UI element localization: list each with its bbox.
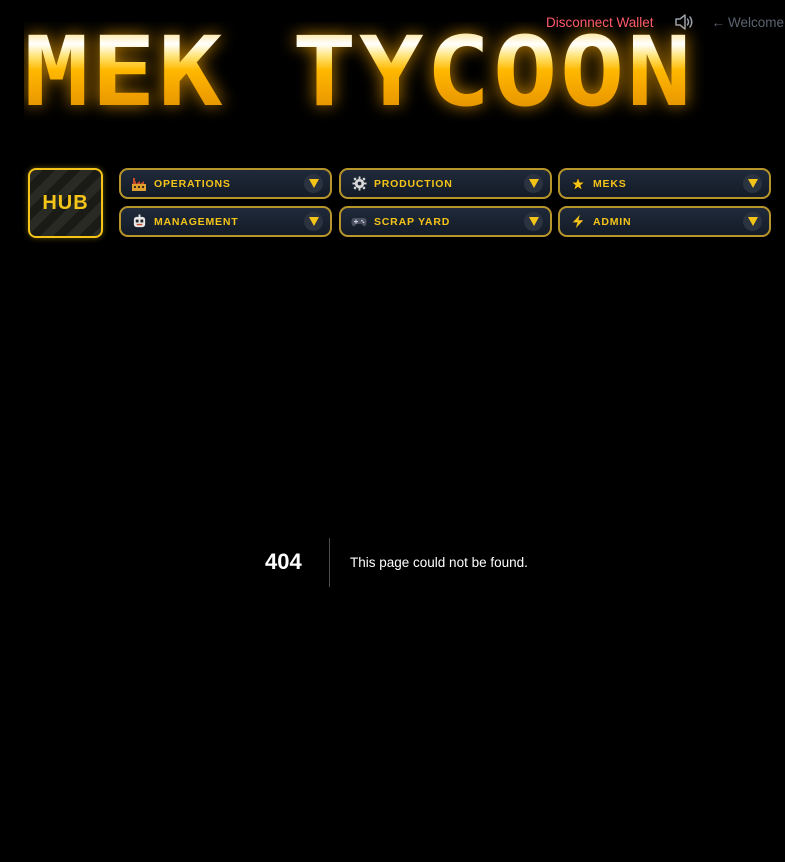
lightning-icon (570, 214, 586, 230)
gear-icon (351, 176, 367, 192)
nav-operations[interactable]: OPERATIONS (119, 168, 332, 199)
nav-label: PRODUCTION (374, 177, 453, 190)
chevron-down-icon (304, 212, 323, 231)
hub-button[interactable]: HUB (28, 168, 103, 238)
nav-label: OPERATIONS (154, 177, 231, 190)
nav-label: MEKS (593, 177, 627, 190)
nav-production[interactable]: PRODUCTION (339, 168, 552, 199)
factory-icon (131, 176, 147, 192)
game-logo: MEK TYCOON (24, 22, 785, 122)
nav-management[interactable]: MANAGEMENT (119, 206, 332, 237)
divider (329, 538, 330, 587)
chevron-down-icon (743, 174, 762, 193)
chevron-down-icon (524, 212, 543, 231)
chevron-down-icon (524, 174, 543, 193)
nav-label: ADMIN (593, 215, 632, 228)
nav-label: MANAGEMENT (154, 215, 239, 228)
error-code: 404 (265, 549, 302, 574)
error-message: This page could not be found. (350, 555, 528, 570)
chevron-down-icon (304, 174, 323, 193)
star-icon (570, 176, 586, 192)
robot-face-icon (131, 214, 147, 230)
chevron-down-icon (743, 212, 762, 231)
nav-meks[interactable]: MEKS (558, 168, 771, 199)
nav-label: SCRAP YARD (374, 215, 451, 228)
gamepad-icon (351, 214, 367, 230)
page: Disconnect Wallet ←Welcome MEK TYCOON HU… (0, 0, 785, 862)
logo-text: MEK TYCOON (24, 22, 694, 122)
hub-label: HUB (42, 191, 89, 214)
nav-admin[interactable]: ADMIN (558, 206, 771, 237)
nav-scrap-yard[interactable]: SCRAP YARD (339, 206, 552, 237)
